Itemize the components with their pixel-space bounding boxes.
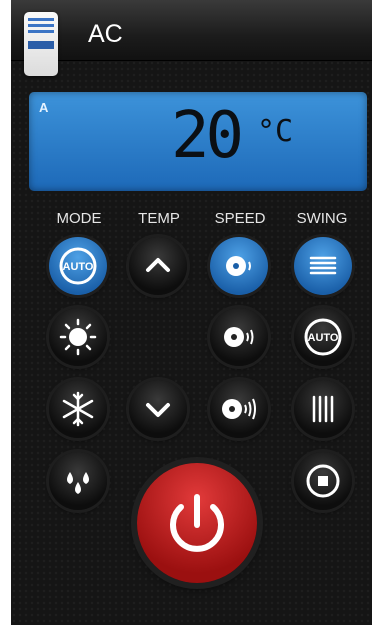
mode-heat-button[interactable] [49,308,107,366]
swing-vertical-icon [312,395,334,423]
title-bar: AC [11,0,372,76]
swing-vertical-button[interactable] [294,380,352,438]
speed-high-button[interactable] [210,380,268,438]
auto-icon: AUTO [59,247,97,285]
speed-low-button[interactable] [210,237,268,295]
swing-stop-button[interactable] [294,452,352,510]
snowflake-icon [62,391,94,427]
temperature-display: A 20 °C [29,92,367,191]
temp-label: TEMP [138,210,180,227]
swing-label: SWING [296,210,348,227]
chevron-down-icon [146,403,170,417]
power-button[interactable] [137,463,257,583]
ac-unit-icon [24,12,58,76]
fan-high-icon [222,398,256,420]
auto-icon: AUTO [304,318,342,356]
mode-auto-button[interactable]: AUTO [49,237,107,295]
sun-icon [59,318,97,356]
swing-auto-button[interactable]: AUTO [294,308,352,366]
temp-up-button[interactable] [129,237,187,295]
swing-horizontal-icon [309,256,337,275]
speed-medium-button[interactable] [210,308,268,366]
temperature-value: 20 [171,99,244,173]
page-title: AC [88,20,123,48]
swing-horizontal-button[interactable] [294,237,352,295]
chevron-up-icon [146,258,170,272]
mode-auto-text: AUTO [63,261,94,273]
swing-stop-icon [306,464,340,498]
remote-screen: AC A 20 °C MODE TEMP SPEED SWING AUTO AU… [11,0,372,625]
fan-medium-icon [224,327,254,347]
temperature-unit: °C [257,114,294,149]
speed-label: SPEED [214,210,266,227]
power-icon [170,494,224,552]
mode-indicator: A [39,100,49,115]
water-drops-icon [67,472,89,494]
mode-cool-button[interactable] [49,380,107,438]
fan-low-icon [226,256,251,276]
mode-dry-button[interactable] [49,452,107,510]
swing-auto-text: AUTO [308,332,339,344]
temp-down-button[interactable] [129,380,187,438]
mode-label: MODE [56,210,102,227]
